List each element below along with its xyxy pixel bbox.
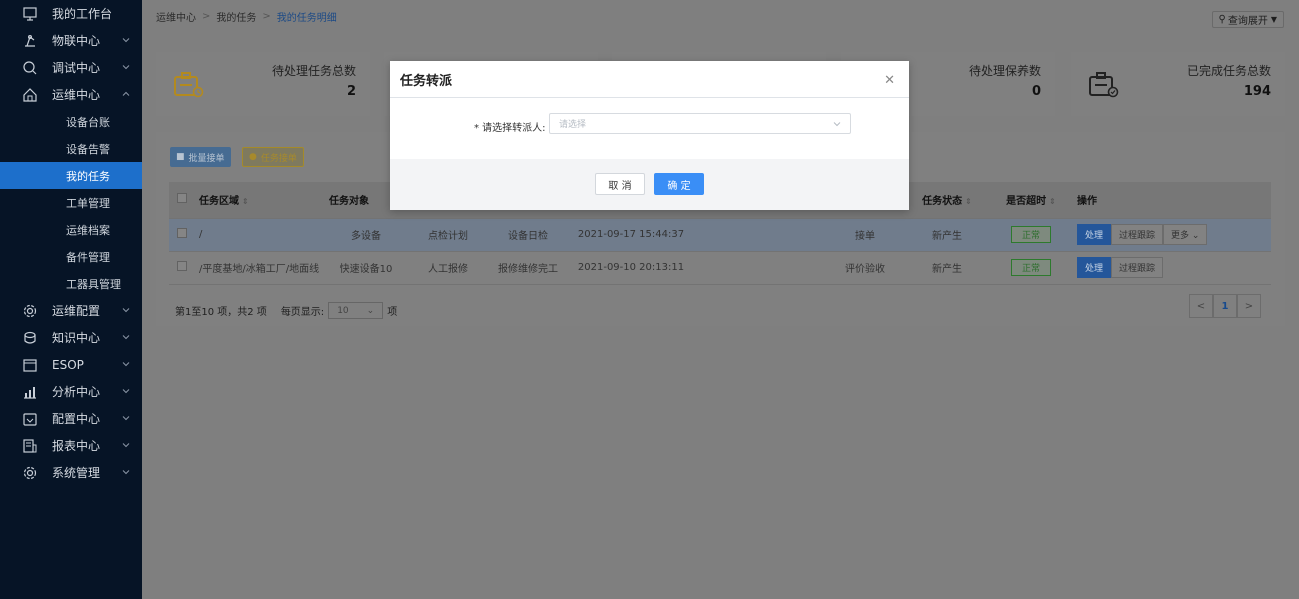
dialog-body: * 请选择转派人: 请选择	[390, 98, 909, 158]
cancel-button[interactable]: 取 消	[595, 173, 645, 195]
modal-overlay[interactable]: 任务转派 ✕ * 请选择转派人: 请选择 取 消 确 定	[0, 0, 1299, 599]
close-icon[interactable]: ✕	[884, 73, 895, 88]
assignee-placeholder: 请选择	[559, 120, 587, 130]
dialog-footer: 取 消 确 定	[390, 159, 909, 210]
dialog-header: 任务转派 ✕	[390, 61, 909, 98]
assignee-label: * 请选择转派人:	[474, 123, 546, 134]
confirm-button[interactable]: 确 定	[654, 173, 704, 195]
chevron-down-icon	[833, 122, 841, 127]
reassign-task-dialog: 任务转派 ✕ * 请选择转派人: 请选择 取 消 确 定	[390, 61, 909, 210]
dialog-title: 任务转派	[400, 73, 453, 89]
assignee-select[interactable]: 请选择	[549, 113, 851, 134]
